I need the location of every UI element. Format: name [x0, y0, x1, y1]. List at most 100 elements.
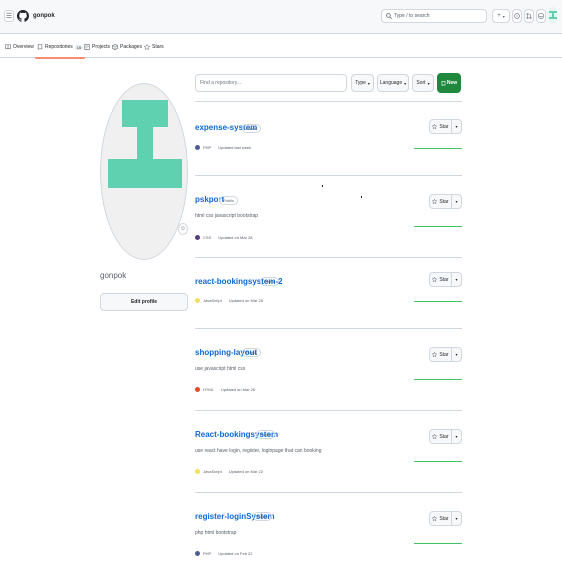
- sort-button[interactable]: Sort ▾: [412, 74, 434, 92]
- star-button[interactable]: Star ▾: [429, 119, 462, 134]
- star-button[interactable]: Star ▾: [429, 347, 462, 362]
- repo-item: expense-system Public PHP Updated last w…: [195, 101, 462, 175]
- star-label: Star: [439, 351, 449, 358]
- star-button[interactable]: Star ▾: [429, 511, 462, 526]
- tab-overview[interactable]: Overview: [5, 41, 34, 53]
- star-label: Star: [439, 276, 449, 283]
- plus-icon: +: [497, 13, 501, 19]
- repo-item: shopping-layout Public use javascript ht…: [195, 328, 462, 410]
- chevron-down-icon: ▾: [427, 80, 430, 86]
- repo-language: PHP: [203, 551, 212, 556]
- language-color-dot: [195, 387, 200, 392]
- issues-button[interactable]: [512, 9, 522, 23]
- star-icon: [432, 277, 438, 282]
- language-filter-button[interactable]: Language ▾: [377, 74, 409, 92]
- new-repository-button[interactable]: New: [437, 73, 461, 93]
- chevron-down-icon[interactable]: ▾: [452, 348, 461, 361]
- github-logo-icon[interactable]: [17, 7, 29, 25]
- repo-meta: JavaScript Updated on Mar 22: [195, 469, 263, 474]
- activity-graph: [414, 148, 462, 149]
- repo-language: HTML: [203, 387, 214, 392]
- profile-username: gonpok: [100, 271, 127, 280]
- star-label: Star: [439, 433, 449, 440]
- repo-meta: JavaScript Updated on Mar 26: [195, 298, 263, 303]
- tab-repositories[interactable]: Repositories 10: [34, 41, 86, 59]
- language-label: Language: [379, 80, 403, 86]
- star-button[interactable]: Star ▾: [429, 272, 462, 287]
- activity-graph: [414, 543, 462, 544]
- star-icon: [144, 44, 150, 50]
- star-button[interactable]: Star ▾: [429, 429, 462, 444]
- pull-requests-button[interactable]: [524, 9, 534, 23]
- visibility-badge: Public: [242, 348, 261, 357]
- tab-label: Overview: [13, 44, 34, 50]
- menu-button[interactable]: ☰: [4, 10, 14, 22]
- top-header: ☰ gonpok Type / to search + ▾: [0, 0, 562, 34]
- repo-updated: Updated last week: [218, 145, 252, 150]
- repo-icon: [441, 80, 446, 86]
- tab-label: Packages: [120, 44, 142, 50]
- language-color-dot: [195, 551, 200, 556]
- chevron-down-icon[interactable]: ▾: [452, 273, 461, 286]
- cursor-mark: [361, 196, 362, 198]
- repo-meta: CSS Updated on Mar 28: [195, 235, 252, 240]
- star-icon: [432, 124, 438, 129]
- inbox-button[interactable]: [536, 9, 546, 23]
- search-input[interactable]: Type / to search: [381, 9, 487, 23]
- chevron-down-icon[interactable]: ▾: [452, 512, 461, 525]
- repo-language: CSS: [203, 235, 212, 240]
- star-label: Star: [439, 515, 449, 522]
- star-icon: [432, 352, 438, 357]
- hamburger-icon: ☰: [5, 13, 13, 20]
- star-icon: [432, 516, 438, 521]
- repo-icon: [37, 44, 43, 50]
- package-icon: [112, 44, 118, 50]
- header-username[interactable]: gonpok: [33, 13, 55, 19]
- search-icon: [386, 13, 392, 19]
- repo-item: register-loginSystem Public php html boo…: [195, 492, 462, 563]
- repo-meta: PHP Updated last week: [195, 145, 251, 150]
- repo-updated: Updated on Mar 22: [228, 469, 263, 474]
- inbox-icon: [538, 13, 544, 19]
- tab-label: Stars: [152, 44, 164, 50]
- pull-request-icon: [526, 13, 532, 19]
- tab-label: Projects: [92, 44, 111, 50]
- user-avatar[interactable]: [547, 7, 558, 23]
- star-button[interactable]: Star ▾: [429, 194, 462, 209]
- create-new-button[interactable]: + ▾: [492, 9, 510, 23]
- chevron-down-icon: ▾: [502, 13, 505, 19]
- tab-packages[interactable]: Packages: [112, 41, 142, 53]
- tab-projects[interactable]: Projects: [84, 41, 110, 53]
- chevron-down-icon[interactable]: ▾: [452, 430, 461, 443]
- tab-stars[interactable]: Stars: [144, 41, 164, 53]
- issue-icon: [514, 13, 520, 19]
- chevron-down-icon[interactable]: ▾: [452, 120, 461, 133]
- visibility-badge: Public: [253, 512, 272, 521]
- cursor-mark: [322, 185, 323, 187]
- repo-updated: Updated on Mar 28: [218, 235, 253, 240]
- profile-avatar[interactable]: [100, 83, 188, 260]
- visibility-badge: Public: [242, 124, 261, 133]
- find-repository-input[interactable]: Find a repository...: [195, 74, 347, 92]
- repo-description: php html bootstrap: [195, 530, 237, 536]
- repo-language: PHP: [203, 145, 212, 150]
- chevron-down-icon[interactable]: ▾: [452, 195, 461, 208]
- activity-graph: [414, 379, 462, 380]
- language-color-dot: [195, 145, 200, 150]
- star-label: Star: [439, 123, 449, 130]
- repo-item: React-bookingsystem Public use react hav…: [195, 410, 462, 492]
- repo-language: JavaScript: [203, 469, 222, 474]
- sort-label: Sort: [416, 80, 426, 86]
- repo-description: use javascript html css: [195, 366, 246, 372]
- repo-meta: PHP Updated on Feb 22: [195, 551, 252, 556]
- edit-profile-button[interactable]: Edit profile: [100, 293, 188, 311]
- activity-graph: [414, 301, 462, 302]
- project-icon: [84, 44, 90, 50]
- repo-language: JavaScript: [203, 298, 222, 303]
- repo-updated: Updated on Mar 26: [220, 387, 256, 392]
- type-filter-button[interactable]: Type ▾: [351, 74, 374, 92]
- repo-updated: Updated on Feb 22: [218, 551, 253, 556]
- activity-graph: [414, 461, 462, 462]
- set-status-button[interactable]: ☺: [178, 223, 188, 235]
- visibility-badge: Public: [256, 430, 275, 439]
